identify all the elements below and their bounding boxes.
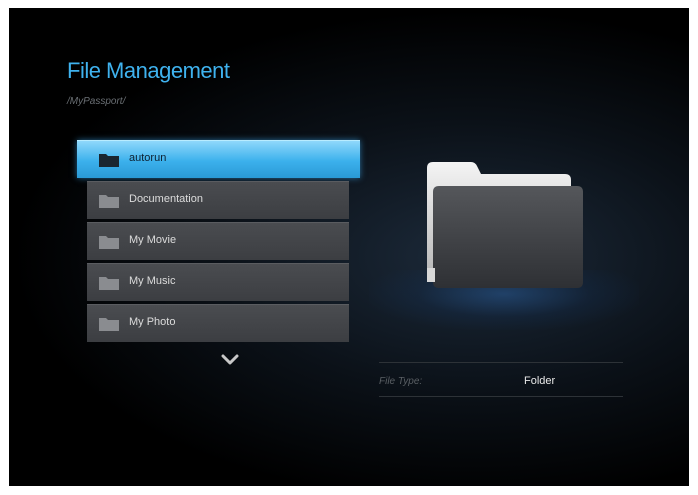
info-divider-top xyxy=(379,362,623,363)
file-item-documentation[interactable]: Documentation xyxy=(87,181,349,219)
folder-icon xyxy=(99,236,119,249)
folder-icon xyxy=(99,318,119,331)
chevron-down-icon[interactable] xyxy=(221,354,239,366)
file-item-my-music[interactable]: My Music xyxy=(87,263,349,301)
file-type-value: Folder xyxy=(524,375,556,387)
folder-icon xyxy=(99,195,119,208)
file-item-label: My Photo xyxy=(129,316,176,328)
file-type-label: File Type: xyxy=(379,376,423,387)
file-item-label: autorun xyxy=(129,152,167,164)
folder-icon xyxy=(99,277,119,290)
breadcrumb: /MyPassport/ xyxy=(67,96,126,107)
screen: File Management /MyPassport/ autorun Doc… xyxy=(9,8,689,486)
file-item-my-movie[interactable]: My Movie xyxy=(87,222,349,260)
folder-icon xyxy=(99,154,119,167)
info-divider-bottom xyxy=(379,396,623,397)
file-item-autorun[interactable]: autorun xyxy=(77,140,360,178)
file-item-label: My Movie xyxy=(129,234,177,246)
file-item-my-photo[interactable]: My Photo xyxy=(87,304,349,342)
file-item-label: My Music xyxy=(129,275,176,287)
file-list: autorun Documentation My Movie My Music … xyxy=(77,140,360,345)
folder-icon xyxy=(427,162,583,288)
file-item-label: Documentation xyxy=(129,193,203,205)
page-title: File Management xyxy=(67,58,230,83)
